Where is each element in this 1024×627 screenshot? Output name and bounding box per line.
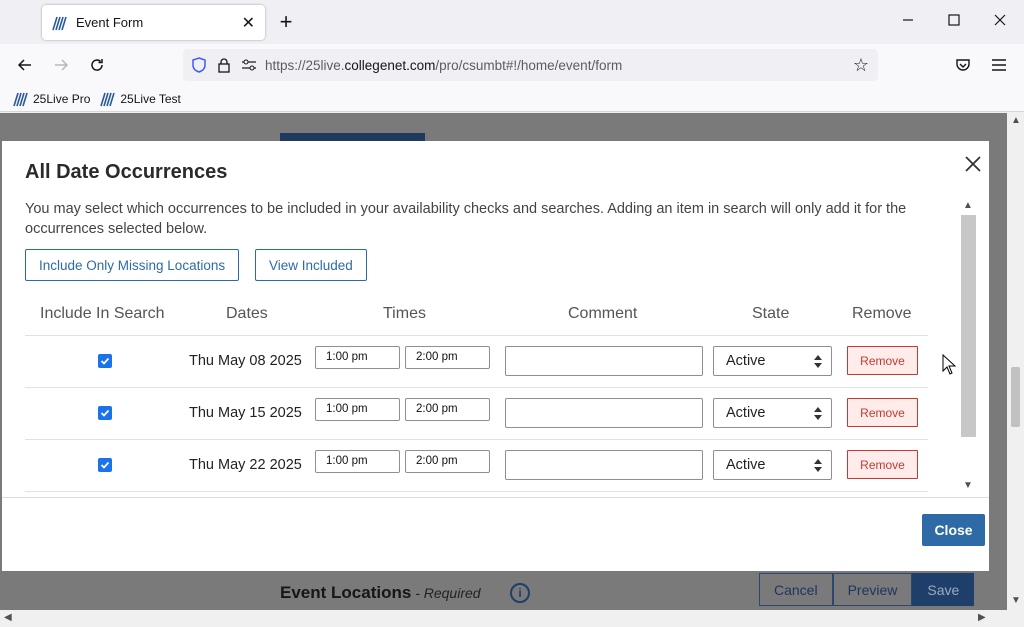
background-header-bar	[280, 133, 425, 141]
close-button[interactable]: Close	[922, 514, 985, 546]
date-occurrences-modal: All Date Occurrences You may select whic…	[2, 141, 989, 571]
occurrence-date: Thu May 22 2025	[189, 457, 302, 473]
start-time-input[interactable]: 1:00 pm	[315, 450, 400, 473]
start-time-input[interactable]: 1:00 pm	[315, 398, 400, 421]
col-remove: Remove	[852, 305, 912, 322]
table-row: Thu May 22 2025 1:00 pm 2:00 pm Active R…	[25, 440, 928, 492]
col-comment: Comment	[568, 305, 638, 322]
select-caret-icon	[814, 459, 822, 472]
comment-input[interactable]	[505, 450, 703, 480]
col-include: Include In Search	[40, 305, 165, 322]
occurrence-date: Thu May 08 2025	[189, 353, 302, 369]
scroll-up-icon[interactable]: ▲	[1011, 115, 1021, 126]
modal-vertical-scrollbar[interactable]: ▲ ▼	[960, 197, 977, 495]
state-select[interactable]: Active	[713, 398, 832, 428]
mouse-cursor-icon	[942, 354, 956, 375]
permissions-icon[interactable]	[240, 56, 258, 74]
select-caret-icon	[814, 355, 822, 368]
scroll-down-icon[interactable]: ▼	[1011, 595, 1021, 606]
col-dates: Dates	[226, 305, 268, 322]
bookmark-star-icon[interactable]: ☆	[852, 55, 870, 76]
maximize-icon[interactable]	[942, 10, 966, 34]
comment-input[interactable]	[505, 398, 703, 428]
end-time-input[interactable]: 2:00 pm	[405, 398, 490, 421]
lock-icon[interactable]	[215, 56, 233, 74]
occurrence-date: Thu May 15 2025	[189, 405, 302, 421]
modal-body: You may select which occurrences to be i…	[2, 197, 989, 495]
table-row: Thu May 15 2025 1:00 pm 2:00 pm Active R…	[25, 388, 928, 440]
include-checkbox[interactable]	[98, 458, 112, 472]
remove-button[interactable]: Remove	[847, 398, 918, 427]
page-scroll-thumb[interactable]	[1011, 367, 1020, 427]
occurrences-table: Include In Search Dates Times Comment St…	[25, 291, 928, 492]
table-row: Thu May 08 2025 1:00 pm 2:00 pm Active R…	[25, 336, 928, 388]
25live-favicon-icon	[13, 92, 28, 106]
col-state: State	[752, 305, 790, 322]
info-icon[interactable]: i	[510, 583, 530, 603]
col-times: Times	[383, 305, 426, 322]
page-horizontal-scrollbar[interactable]: ◀ ▶	[0, 610, 1024, 627]
select-caret-icon	[814, 407, 822, 420]
modal-footer-divider	[2, 497, 989, 498]
comment-input[interactable]	[505, 346, 703, 376]
start-time-input[interactable]: 1:00 pm	[315, 346, 400, 369]
shield-icon[interactable]	[190, 56, 208, 74]
modal-close-icon[interactable]	[962, 153, 984, 175]
modal-title: All Date Occurrences	[25, 161, 228, 183]
remove-button[interactable]: Remove	[847, 450, 918, 479]
reload-icon[interactable]	[85, 53, 109, 77]
bookmarks-bar: 25Live Pro 25Live Test	[0, 86, 1024, 112]
tab-title: Event Form	[76, 15, 144, 30]
bookmark-25live-test[interactable]: 25Live Test	[100, 91, 181, 107]
include-checkbox[interactable]	[98, 354, 112, 368]
preview-button[interactable]: Preview	[832, 573, 913, 606]
event-locations-title: Event Locations - Required	[280, 583, 481, 602]
state-select[interactable]: Active	[713, 450, 832, 480]
cancel-button[interactable]: Cancel	[759, 573, 833, 606]
browser-tab[interactable]: Event Form ✕	[42, 5, 265, 40]
modal-scroll-thumb[interactable]	[961, 215, 976, 437]
scroll-right-icon[interactable]: ▶	[978, 612, 986, 623]
menu-icon[interactable]	[987, 53, 1011, 77]
scroll-down-icon[interactable]: ▼	[963, 480, 973, 491]
back-icon[interactable]	[13, 53, 37, 77]
include-checkbox[interactable]	[98, 406, 112, 420]
minimize-icon[interactable]	[896, 10, 920, 34]
table-header: Include In Search Dates Times Comment St…	[25, 291, 928, 336]
end-time-input[interactable]: 2:00 pm	[405, 450, 490, 473]
view-included-button[interactable]: View Included	[255, 249, 367, 281]
save-button[interactable]: Save	[912, 573, 975, 606]
pocket-icon[interactable]	[951, 53, 975, 77]
scroll-up-icon[interactable]: ▲	[963, 200, 973, 211]
window-close-icon[interactable]	[988, 10, 1012, 34]
25live-favicon-icon	[100, 92, 116, 106]
nav-bar: https://25live.collegenet.com/pro/csumbt…	[0, 44, 1024, 86]
new-tab-button[interactable]: +	[276, 10, 296, 34]
bookmark-25live-pro[interactable]: 25Live Pro	[13, 91, 90, 107]
include-missing-locations-button[interactable]: Include Only Missing Locations	[25, 249, 240, 281]
end-time-input[interactable]: 2:00 pm	[405, 346, 490, 369]
remove-button[interactable]: Remove	[847, 346, 918, 375]
state-select[interactable]: Active	[713, 346, 832, 376]
scroll-left-icon[interactable]: ◀	[4, 612, 12, 623]
tab-close-icon[interactable]: ✕	[242, 13, 255, 33]
url-text[interactable]: https://25live.collegenet.com/pro/csumbt…	[265, 58, 852, 73]
forward-icon[interactable]	[49, 53, 73, 77]
address-bar[interactable]: https://25live.collegenet.com/pro/csumbt…	[183, 49, 878, 81]
25live-favicon-icon	[52, 16, 67, 30]
form-actions: Cancel Preview Save	[759, 573, 975, 606]
modal-description: You may select which occurrences to be i…	[25, 201, 907, 237]
tab-bar: Event Form ✕ +	[0, 0, 1024, 44]
page-vertical-scrollbar[interactable]: ▲ ▼	[1007, 113, 1024, 610]
